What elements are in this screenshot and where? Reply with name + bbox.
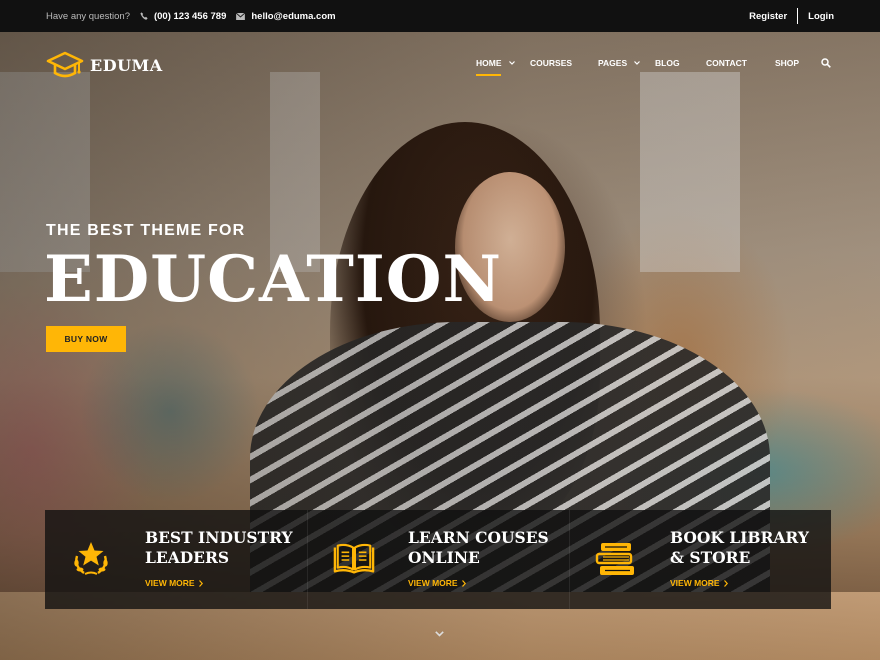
- feature-title-line2: ONLINE: [408, 548, 480, 567]
- phone-number: (00) 123 456 789: [153, 10, 227, 22]
- register-link[interactable]: Register: [749, 11, 787, 22]
- nav-item-contact[interactable]: CONTACT: [706, 58, 747, 68]
- view-more-link[interactable]: VIEW MORE: [670, 578, 728, 588]
- view-more-label: VIEW MORE: [670, 578, 720, 588]
- hero-title: EDUCATION: [44, 242, 502, 317]
- book-stack-icon: [595, 543, 634, 575]
- nav-item-home[interactable]: HOME: [476, 58, 515, 68]
- graduation-cap-icon: [46, 51, 84, 78]
- nav-label-courses: COURSES: [530, 58, 573, 68]
- feature-title: BEST INDUSTRY LEADERS: [145, 528, 300, 568]
- feature-title-line1: LEARN COUSES: [408, 528, 549, 547]
- feature-title-line2: & STORE: [670, 548, 751, 567]
- nav-item-pages[interactable]: PAGES: [598, 58, 641, 68]
- envelope-icon: [236, 12, 246, 20]
- features-strip: BEST INDUSTRY LEADERS VIEW MORE LEARN CO…: [45, 510, 831, 609]
- login-link[interactable]: Login: [808, 11, 834, 22]
- email-address: hello@eduma.com: [251, 10, 336, 22]
- feature-industry-leaders: BEST INDUSTRY LEADERS VIEW MORE: [45, 510, 307, 609]
- feature-book-library: BOOK LIBRARY & STORE VIEW MORE: [569, 510, 831, 609]
- feature-learn-online: LEARN COUSES ONLINE VIEW MORE: [307, 510, 569, 609]
- chevron-right-icon: [723, 579, 728, 587]
- account-links: Register Login: [749, 8, 834, 24]
- account-divider: [797, 8, 799, 24]
- feature-title-line1: BOOK LIBRARY: [670, 528, 809, 547]
- view-more-label: VIEW MORE: [145, 578, 195, 588]
- phone-icon: [140, 12, 148, 20]
- feature-title-line2: LEADERS: [145, 548, 230, 567]
- phone-contact[interactable]: (00) 123 456 789: [140, 11, 226, 22]
- open-book-icon: [333, 543, 375, 574]
- email-contact[interactable]: hello@eduma.com: [236, 10, 336, 22]
- feature-title: BOOK LIBRARY & STORE: [670, 528, 825, 568]
- chevron-right-icon: [461, 579, 466, 587]
- star-laurel-icon: [74, 542, 108, 575]
- chevron-down-icon: [508, 61, 515, 65]
- nav-label-pages: PAGES: [598, 58, 628, 68]
- buy-now-button[interactable]: BUY NOW: [46, 326, 126, 352]
- nav-item-blog[interactable]: BLOG: [655, 58, 680, 68]
- feature-icon-wrapper: [332, 539, 376, 579]
- nav-label-contact: CONTACT: [706, 58, 747, 68]
- view-more-label: VIEW MORE: [408, 578, 458, 588]
- nav-search-button[interactable]: [821, 58, 831, 68]
- feature-icon-wrapper: [594, 539, 638, 579]
- chevron-down-icon: [434, 631, 444, 637]
- top-bar: Have any question? (00) 123 456 789 hell…: [0, 0, 880, 32]
- feature-title-line1: BEST INDUSTRY: [145, 528, 293, 547]
- view-more-link[interactable]: VIEW MORE: [145, 578, 203, 588]
- feature-icon-wrapper: [69, 539, 113, 579]
- chevron-right-icon: [198, 579, 203, 587]
- search-icon: [821, 58, 831, 68]
- nav-item-courses[interactable]: COURSES: [530, 58, 572, 68]
- nav-active-indicator: [476, 74, 501, 76]
- nav-label-home: HOME: [476, 58, 502, 68]
- chevron-down-icon: [634, 61, 641, 65]
- question-text: Have any question?: [46, 10, 130, 22]
- nav-item-shop[interactable]: SHOP: [775, 58, 799, 68]
- logo-text: EDUMA: [90, 55, 163, 75]
- scroll-down-button[interactable]: [432, 628, 446, 640]
- view-more-link[interactable]: VIEW MORE: [408, 578, 466, 588]
- site-logo[interactable]: EDUMA: [46, 51, 163, 79]
- nav-label-blog: BLOG: [655, 58, 680, 68]
- nav-label-shop: SHOP: [775, 58, 800, 68]
- feature-title: LEARN COUSES ONLINE: [408, 528, 563, 568]
